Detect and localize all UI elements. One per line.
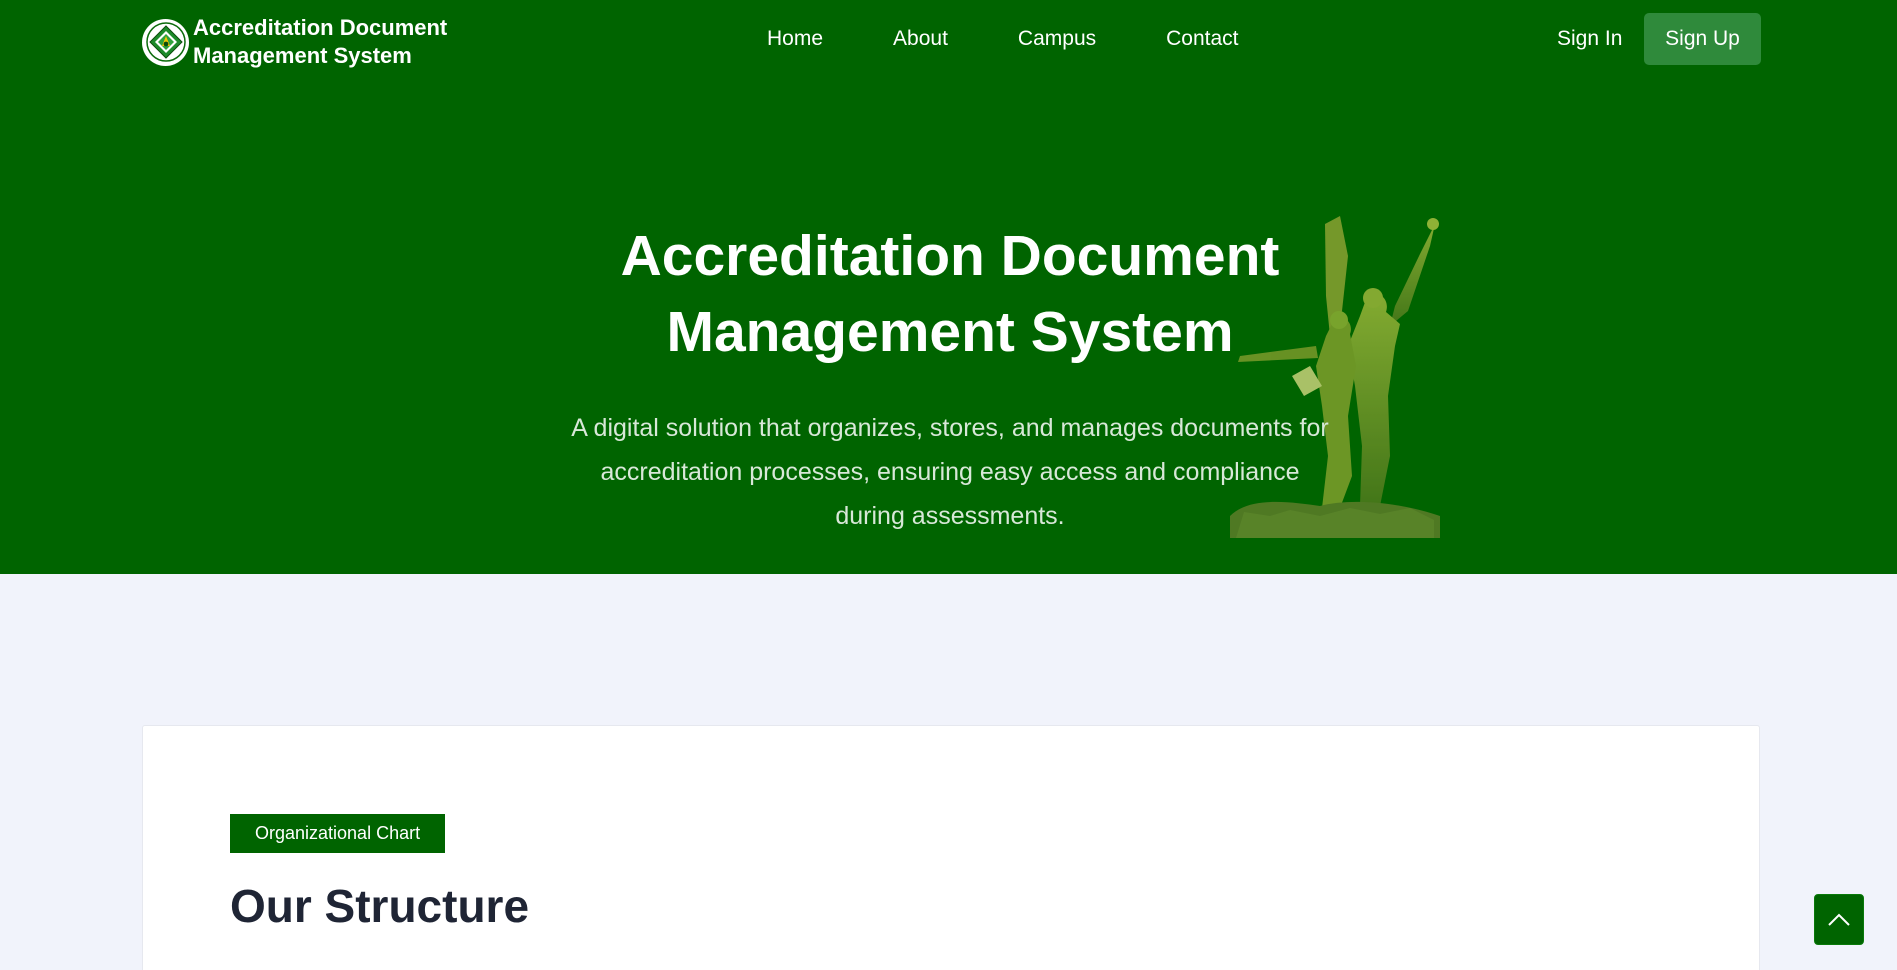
chevron-up-icon	[1828, 913, 1850, 926]
hero-title-line-2: Management System	[666, 300, 1234, 364]
hero-section: Accreditation Document Management System…	[0, 0, 1897, 574]
section-badge: Organizational Chart	[230, 814, 446, 853]
section-title: Our Structure	[230, 880, 530, 932]
brand-line-1: Accreditation Document	[193, 15, 448, 40]
brand-name: Accreditation Document Management System	[193, 14, 483, 70]
nav-menu: Home About Campus Contact	[767, 24, 1309, 54]
sign-in-link[interactable]: Sign In	[1557, 24, 1622, 54]
organization-card: Organizational Chart Our Structure	[142, 725, 1760, 970]
seal-icon	[142, 18, 189, 66]
nav-campus[interactable]: Campus	[1018, 24, 1096, 54]
top-navbar: Accreditation Document Management System…	[0, 0, 1897, 78]
hero-title-line-1: Accreditation Document	[620, 224, 1280, 288]
brand-link[interactable]: Accreditation Document Management System	[142, 14, 483, 70]
hero-subtitle: A digital solution that organizes, store…	[571, 414, 1329, 530]
nav-about[interactable]: About	[893, 24, 948, 54]
hero-title: Accreditation Document Management System	[500, 218, 1400, 370]
scroll-top-button[interactable]	[1814, 894, 1864, 945]
nav-contact[interactable]: Contact	[1166, 24, 1238, 54]
nav-home[interactable]: Home	[767, 24, 823, 54]
brand-line-2: Management System	[193, 43, 412, 68]
sign-up-button[interactable]: Sign Up	[1644, 13, 1761, 65]
